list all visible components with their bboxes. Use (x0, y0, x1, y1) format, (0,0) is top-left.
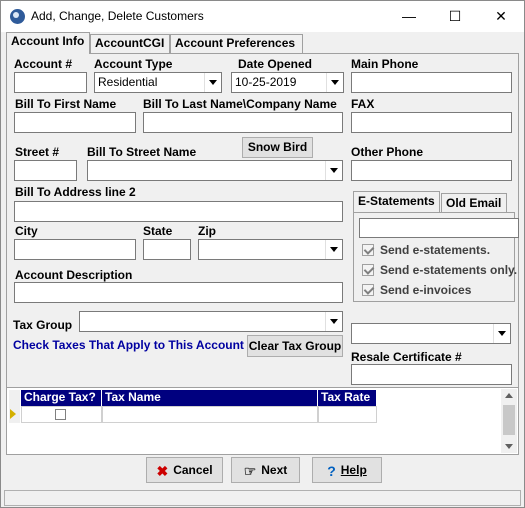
send-e-invoices-label: Send e-invoices (380, 283, 472, 297)
city-field[interactable] (14, 239, 136, 260)
street-no-label: Street # (15, 145, 60, 159)
send-e-statements-label: Send e-statements. (380, 243, 491, 257)
resale-cert-field[interactable] (351, 364, 512, 385)
send-e-statements-only-label: Send e-statements only. (380, 263, 518, 277)
zip-label: Zip (198, 224, 216, 238)
description-field[interactable] (14, 282, 343, 303)
chevron-down-icon[interactable] (493, 324, 510, 343)
cancel-button[interactable]: ✖ Cancel (146, 457, 223, 483)
account-type-value: Residential (98, 75, 158, 89)
cancel-x-icon: ✖ (156, 462, 169, 479)
next-label: Next (261, 463, 288, 477)
account-no-field[interactable] (14, 72, 87, 93)
help-label: Help (340, 463, 367, 477)
other-phone-field[interactable] (351, 160, 512, 181)
state-label: State (143, 224, 173, 238)
send-e-statements-checkbox[interactable] (362, 244, 374, 256)
first-name-field[interactable] (14, 112, 136, 133)
clear-tax-group-button[interactable]: Clear Tax Group (247, 335, 343, 357)
current-row-arrow-icon (10, 409, 16, 419)
grid-scrollbar[interactable] (501, 389, 517, 453)
snow-bird-button[interactable]: Snow Bird (242, 137, 313, 158)
state-field[interactable] (143, 239, 191, 260)
customer-window: Add, Change, Delete Customers — ☐ ✕ Acco… (0, 0, 525, 508)
title-bar: Add, Change, Delete Customers — ☐ ✕ (1, 1, 524, 32)
chevron-down-icon[interactable] (204, 73, 221, 92)
email-field[interactable] (359, 218, 519, 238)
tax-group-select[interactable] (79, 311, 343, 332)
fax-label: FAX (351, 97, 375, 111)
last-name-label: Bill To Last Name\Company Name (143, 97, 337, 111)
date-opened-picker[interactable]: 10-25-2019 (231, 72, 344, 93)
address2-field[interactable] (14, 201, 343, 222)
chevron-down-icon[interactable] (325, 240, 342, 259)
send-e-statements-only-checkbox[interactable] (362, 264, 374, 276)
minimize-button[interactable]: — (386, 1, 432, 32)
close-button[interactable]: ✕ (478, 1, 524, 32)
main-phone-label: Main Phone (351, 57, 419, 71)
app-icon (10, 9, 25, 24)
first-name-label: Bill To First Name (15, 97, 117, 111)
tab-old-email[interactable]: Old Email (441, 193, 507, 213)
resale-select[interactable] (351, 323, 511, 344)
zip-select[interactable] (198, 239, 343, 260)
main-phone-field[interactable] (351, 72, 512, 93)
tab-account-info[interactable]: Account Info (6, 32, 90, 54)
tab-e-statements[interactable]: E-Statements (353, 191, 440, 212)
last-name-field[interactable] (143, 112, 343, 133)
tax-grid: Charge Tax? Tax Name Tax Rate (6, 387, 519, 455)
scroll-thumb[interactable] (503, 405, 515, 435)
account-type-select[interactable]: Residential (94, 72, 222, 93)
address2-label: Bill To Address line 2 (15, 185, 136, 199)
check-taxes-text: Check Taxes That Apply to This Account (13, 338, 244, 352)
street-name-select[interactable] (87, 160, 343, 181)
account-no-label: Account # (14, 57, 73, 71)
date-opened-value: 10-25-2019 (235, 75, 297, 89)
scroll-down-icon[interactable] (505, 444, 513, 449)
tab-accountcgi[interactable]: AccountCGI (90, 34, 170, 53)
next-button[interactable]: ☞ Next (231, 457, 300, 483)
tab-account-preferences[interactable]: Account Preferences (170, 34, 303, 53)
tax-rate-header[interactable]: Tax Rate (318, 390, 377, 406)
description-label: Account Description (15, 268, 133, 282)
chevron-down-icon[interactable] (325, 312, 342, 331)
charge-tax-header[interactable]: Charge Tax? (21, 390, 102, 406)
charge-tax-checkbox[interactable] (55, 409, 66, 420)
scroll-up-icon[interactable] (505, 393, 513, 398)
fax-field[interactable] (351, 112, 512, 133)
chevron-down-icon[interactable] (325, 161, 342, 180)
tax-name-cell[interactable] (102, 406, 318, 423)
help-button[interactable]: ? Help (312, 457, 382, 483)
resale-cert-label: Resale Certificate # (351, 350, 462, 364)
button-bar: ✖ Cancel ☞ Next ? Help (6, 455, 519, 487)
tax-name-header[interactable]: Tax Name (102, 390, 318, 406)
date-opened-label: Date Opened (238, 57, 313, 71)
maximize-button[interactable]: ☐ (432, 1, 478, 32)
chevron-down-icon[interactable] (326, 73, 343, 92)
account-type-label: Account Type (94, 57, 173, 71)
help-question-icon: ? (327, 462, 336, 479)
window-title: Add, Change, Delete Customers (31, 9, 204, 23)
tax-group-label: Tax Group (13, 318, 73, 332)
tax-rate-cell[interactable] (318, 406, 377, 423)
e-statements-panel: Send e-statements. Send e-statements onl… (353, 212, 519, 302)
street-name-label: Bill To Street Name (87, 145, 197, 159)
charge-tax-cell[interactable] (21, 406, 102, 423)
cancel-label: Cancel (173, 463, 213, 477)
next-arrow-icon: ☞ (243, 462, 257, 479)
street-no-field[interactable] (14, 160, 77, 181)
send-e-invoices-checkbox[interactable] (362, 284, 374, 296)
other-phone-label: Other Phone (351, 145, 424, 159)
city-label: City (15, 224, 38, 238)
status-bar (4, 490, 521, 506)
